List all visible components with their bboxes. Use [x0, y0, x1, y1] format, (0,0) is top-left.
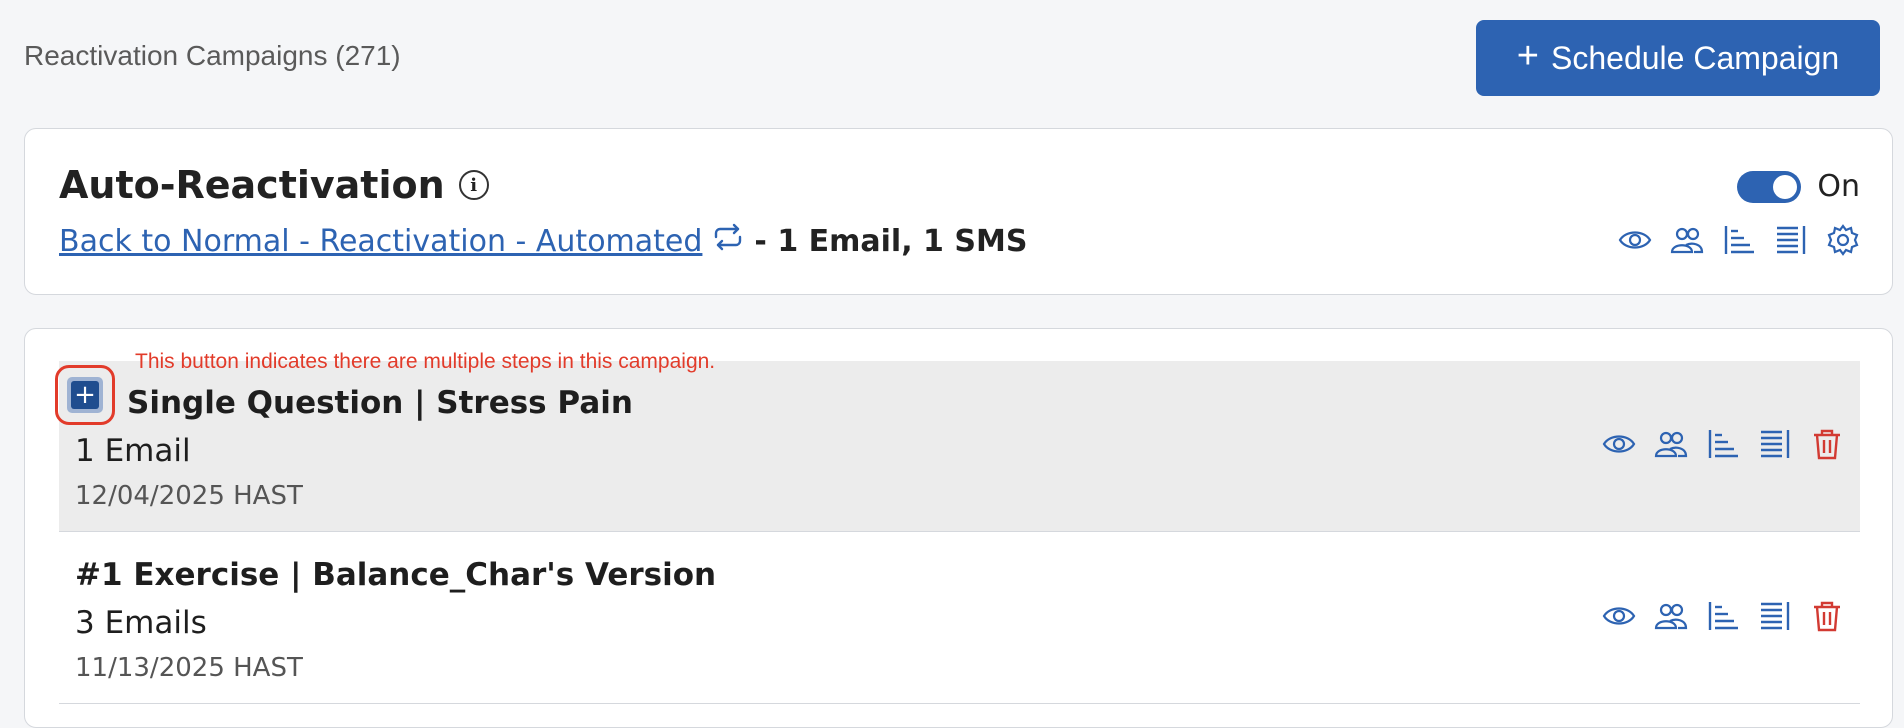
auto-reactivation-toggle[interactable]: [1737, 170, 1802, 203]
campaign-date: 12/04/2025 HAST: [75, 481, 303, 511]
campaign-count: 3 Emails: [75, 605, 207, 641]
page-title: Reactivation Campaigns (271): [24, 40, 401, 71]
toggle-label: On: [1817, 169, 1860, 204]
steps-icon[interactable]: [1706, 599, 1740, 633]
trash-icon[interactable]: [1810, 427, 1844, 461]
audience-icon[interactable]: [1670, 223, 1704, 257]
auto-reactivation-title: Auto-Reactivation i: [59, 163, 489, 207]
auto-reactivation-actions: [1618, 223, 1860, 257]
gear-icon[interactable]: [1826, 223, 1860, 257]
info-icon[interactable]: i: [458, 170, 489, 200]
eye-icon[interactable]: [1602, 599, 1636, 633]
steps-icon[interactable]: [1706, 427, 1740, 461]
campaign-row[interactable]: + Single Question | Stress Pain 1 Email …: [55, 361, 1860, 532]
audience-icon[interactable]: [1654, 599, 1688, 633]
annotation-callout: This button indicates there are multiple…: [135, 350, 716, 373]
report-icon[interactable]: [1774, 223, 1808, 257]
audience-icon[interactable]: [1654, 427, 1688, 461]
campaign-list-card: + Single Question | Stress Pain 1 Email …: [24, 328, 1893, 728]
page-header: Reactivation Campaigns (271) + Schedule …: [24, 18, 1880, 98]
plus-icon: +: [71, 381, 99, 409]
schedule-campaign-button[interactable]: + Schedule Campaign: [1476, 20, 1880, 96]
expand-steps-button[interactable]: +: [55, 365, 115, 425]
report-icon[interactable]: [1758, 427, 1792, 461]
eye-icon[interactable]: [1602, 427, 1636, 461]
schedule-campaign-label: Schedule Campaign: [1551, 39, 1840, 76]
campaign-summary: - 1 Email, 1 SMS: [754, 223, 1028, 259]
repeat-icon: [712, 223, 744, 259]
steps-icon[interactable]: [1722, 223, 1756, 257]
campaign-row[interactable]: #1 Exercise | Balance_Char's Version 3 E…: [59, 533, 1860, 704]
auto-reactivation-toggle-group: On: [1737, 169, 1860, 204]
campaign-date: 11/13/2025 HAST: [75, 653, 303, 683]
report-icon[interactable]: [1758, 599, 1792, 633]
campaign-count: 1 Email: [75, 433, 191, 469]
campaign-actions: [1602, 599, 1844, 633]
campaign-actions: [1602, 427, 1844, 461]
plus-icon: +: [1516, 35, 1539, 77]
auto-reactivation-card: Auto-Reactivation i Back to Normal - Rea…: [24, 128, 1893, 295]
campaign-title: #1 Exercise | Balance_Char's Version: [75, 557, 717, 593]
campaign-link[interactable]: Back to Normal - Reactivation - Automate…: [59, 224, 702, 259]
campaign-title: Single Question | Stress Pain: [127, 385, 633, 421]
trash-icon[interactable]: [1810, 599, 1844, 633]
eye-icon[interactable]: [1618, 223, 1652, 257]
auto-reactivation-campaign: Back to Normal - Reactivation - Automate…: [59, 223, 1027, 259]
